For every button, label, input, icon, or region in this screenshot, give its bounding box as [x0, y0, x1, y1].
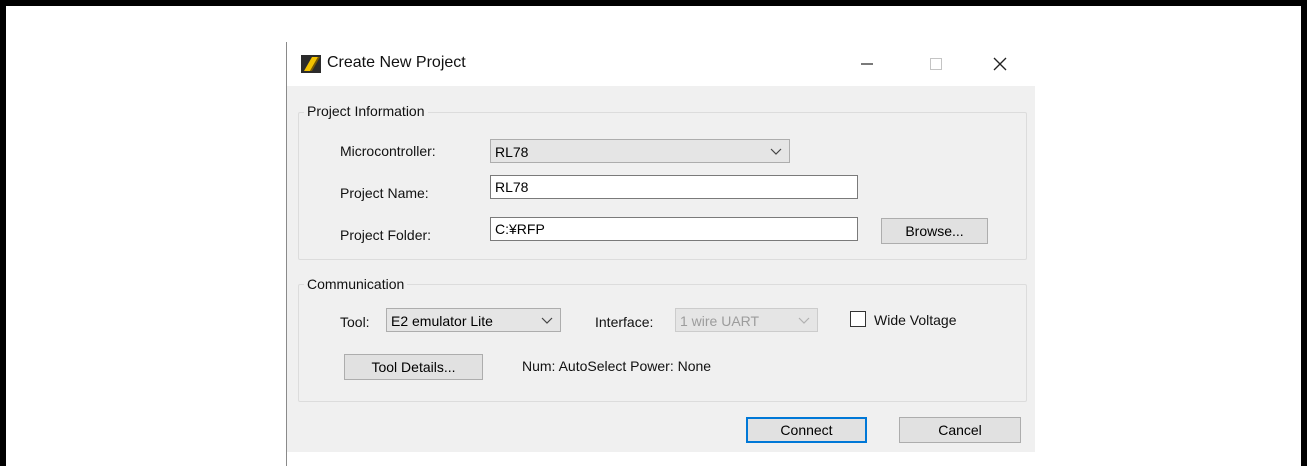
- communication-group: [298, 284, 1027, 402]
- microcontroller-value: RL78: [495, 144, 529, 160]
- close-icon: [993, 57, 1007, 71]
- project-folder-input[interactable]: C:¥RFP: [490, 217, 858, 241]
- chevron-down-icon: [541, 317, 553, 324]
- project-name-input[interactable]: RL78: [490, 175, 858, 199]
- tool-label: Tool:: [340, 314, 370, 330]
- close-button[interactable]: [977, 48, 1023, 80]
- cancel-button[interactable]: Cancel: [899, 417, 1021, 443]
- chevron-down-icon: [770, 148, 782, 155]
- interface-select[interactable]: 1 wire UART: [675, 308, 818, 332]
- tool-value: E2 emulator Lite: [391, 313, 493, 329]
- project-information-label: Project Information: [304, 103, 428, 119]
- connect-button[interactable]: Connect: [746, 417, 867, 443]
- microcontroller-select[interactable]: RL78: [490, 139, 790, 163]
- wide-voltage-checkbox[interactable]: [850, 311, 866, 327]
- project-name-value: RL78: [495, 179, 529, 195]
- project-name-label: Project Name:: [340, 185, 429, 201]
- communication-label: Communication: [304, 276, 408, 292]
- title-bar[interactable]: Create New Project: [287, 42, 1035, 86]
- window-title: Create New Project: [327, 54, 466, 71]
- interface-value: 1 wire UART: [680, 313, 760, 329]
- tool-select[interactable]: E2 emulator Lite: [386, 308, 561, 332]
- maximize-icon: [930, 58, 942, 70]
- project-folder-label: Project Folder:: [340, 227, 432, 243]
- project-folder-value: C:¥RFP: [495, 221, 545, 237]
- microcontroller-label: Microcontroller:: [340, 143, 436, 159]
- chevron-down-icon: [798, 317, 810, 324]
- tool-status-text: Num: AutoSelect Power: None: [522, 358, 712, 374]
- create-new-project-dialog: Create New Project Project Information M…: [287, 42, 1035, 452]
- app-logo-icon: [301, 55, 321, 73]
- minimize-icon: [861, 63, 873, 65]
- interface-label: Interface:: [595, 314, 654, 330]
- tool-details-button[interactable]: Tool Details...: [344, 354, 483, 380]
- minimize-button[interactable]: [844, 48, 890, 80]
- wide-voltage-label: Wide Voltage: [874, 312, 957, 328]
- maximize-button[interactable]: [913, 48, 959, 80]
- browse-button[interactable]: Browse...: [881, 218, 988, 244]
